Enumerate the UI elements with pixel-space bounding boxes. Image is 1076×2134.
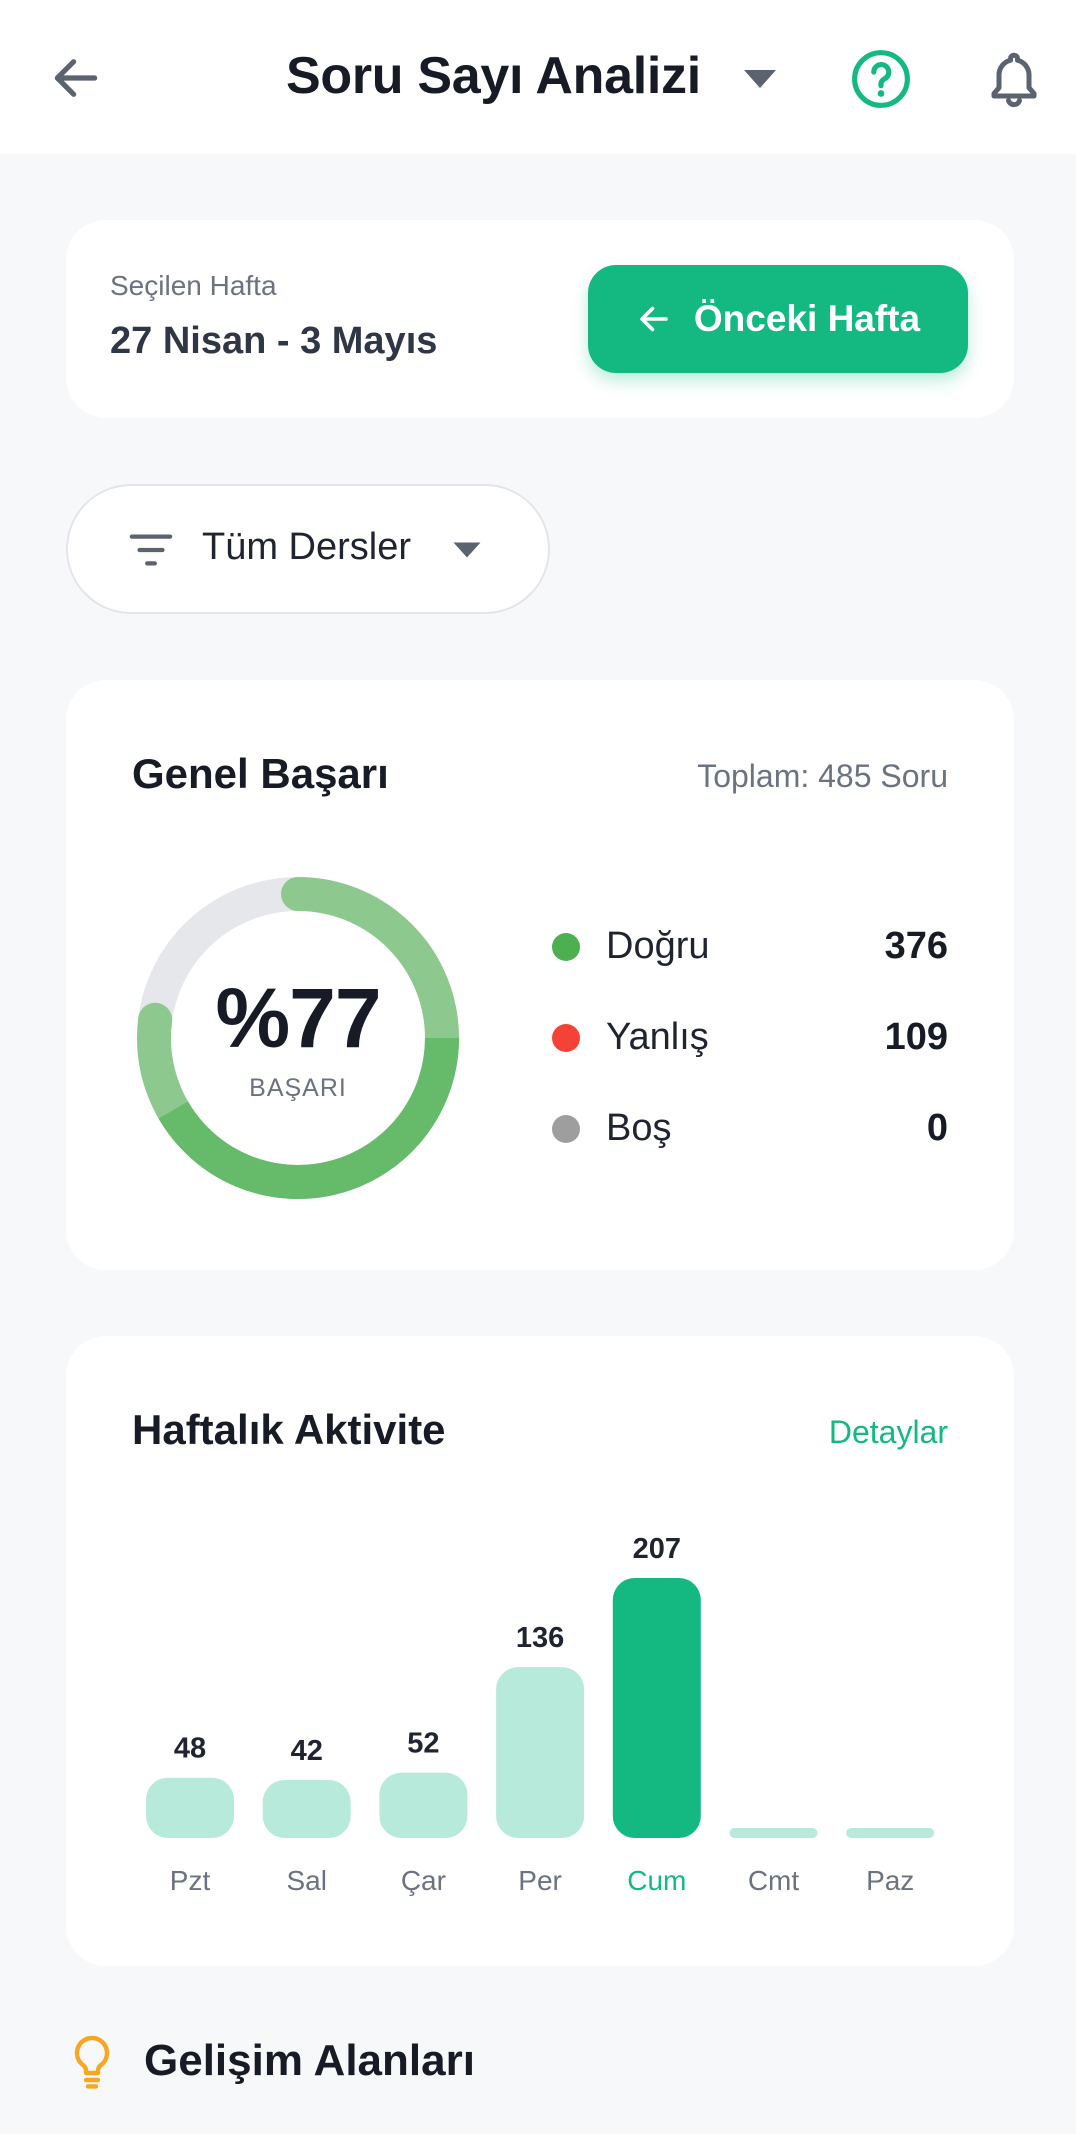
bar-2[interactable]: [379, 1772, 468, 1838]
bar-5[interactable]: [729, 1828, 818, 1838]
day-label: Cmt: [748, 1865, 800, 1896]
overall-success-card: Genel Başarı Toplam: 485 Soru %77 BAŞARI…: [66, 680, 1014, 1270]
previous-week-button[interactable]: Önceki Hafta: [588, 265, 968, 373]
bell-icon[interactable]: [984, 48, 1044, 110]
legend-label: Boş: [606, 1107, 672, 1149]
page-title[interactable]: Soru Sayı Analizi: [286, 46, 701, 106]
bar-value-label: 42: [291, 1735, 323, 1767]
legend-dot: [552, 1115, 580, 1143]
legend-value: 0: [926, 1107, 948, 1149]
subject-filter-dropdown[interactable]: Tüm Dersler: [66, 484, 550, 614]
development-areas-header: Gelişim Alanları: [66, 2030, 1014, 2100]
bar-1[interactable]: [262, 1780, 351, 1838]
filter-icon: [129, 534, 173, 566]
legend-dot: [552, 1024, 580, 1052]
arrow-left-icon[interactable]: [48, 50, 104, 106]
bar-value-label: 136: [516, 1622, 564, 1654]
caret-down-icon: [453, 542, 481, 558]
day-label: Çar: [401, 1865, 446, 1896]
bar-3[interactable]: [496, 1667, 585, 1838]
arrow-left-icon: [640, 306, 668, 332]
day-label: Per: [518, 1865, 562, 1896]
caret-down-icon[interactable]: [740, 64, 780, 92]
legend-item-correct: Doğru 376: [552, 917, 948, 977]
total-questions: Toplam: 485 Soru: [697, 758, 948, 794]
bar-value-label: 52: [407, 1728, 439, 1760]
legend-item-empty: Boş 0: [552, 1099, 948, 1159]
lightbulb-icon: [74, 2035, 110, 2089]
success-percent-label: BAŞARI: [249, 1074, 347, 1102]
bar-4[interactable]: [612, 1578, 701, 1838]
section-title: Gelişim Alanları: [144, 2036, 475, 2085]
bar-6[interactable]: [846, 1828, 935, 1838]
weekly-activity-card: Haftalık Aktivite Detaylar 48 Pzt 42 Sal 52 Ç…: [66, 1336, 1014, 1966]
legend-item-wrong: Yanlış 109: [552, 1008, 948, 1068]
bar-value-label: 207: [633, 1533, 681, 1565]
success-percent: %77: [215, 971, 381, 1065]
legend-value: 109: [884, 1016, 948, 1058]
day-label: Paz: [866, 1865, 914, 1896]
legend-label: Doğru: [606, 925, 710, 967]
week-label: Seçilen Hafta: [110, 270, 277, 301]
bar-0[interactable]: [146, 1777, 234, 1838]
day-label: Sal: [286, 1865, 326, 1896]
legend-label: Yanlış: [606, 1016, 709, 1058]
help-circle-icon[interactable]: [850, 48, 912, 110]
week-value: 27 Nisan - 3 Mayıs: [110, 320, 438, 362]
legend-value: 376: [884, 925, 948, 967]
filter-selected-label: Tüm Dersler: [202, 526, 412, 568]
day-label: Pzt: [170, 1865, 211, 1896]
weekly-activity-chart: 48 Pzt 42 Sal 52 Çar 136 Per 207 Cum Cmt Paz: [146, 1533, 935, 1896]
legend-dot: [552, 933, 580, 961]
day-label: Cum: [627, 1865, 686, 1896]
bar-value-label: 48: [174, 1733, 206, 1765]
section-title: Genel Başarı: [132, 750, 389, 797]
previous-week-label: Önceki Hafta: [693, 298, 921, 339]
week-selector-card: Seçilen Hafta 27 Nisan - 3 Mayıs Önceki …: [66, 220, 1014, 418]
app-header: Soru Sayı Analizi: [0, 0, 1076, 154]
